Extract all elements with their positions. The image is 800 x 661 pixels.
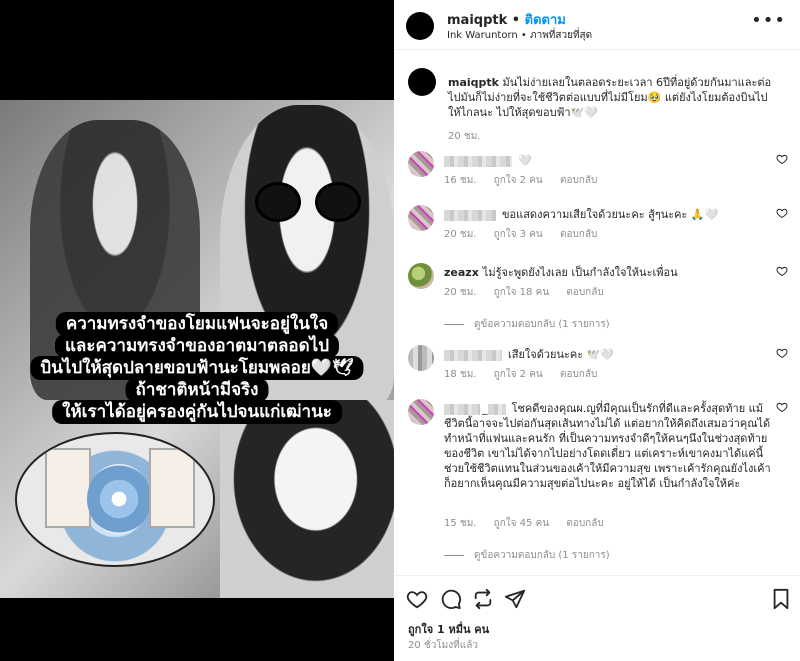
comment-text: เสียใจด้วยนะคะ 🕊️🤍: [508, 348, 615, 361]
sunglasses-graphic: [255, 182, 365, 224]
post-time-ago[interactable]: 20 ชั่วโมงที่แล้ว: [408, 638, 478, 653]
comment-likes[interactable]: ถูกใจ 18 คน: [494, 287, 549, 298]
view-replies-label[interactable]: ดูข้อความตอบกลับ (1 รายการ): [474, 550, 610, 561]
blurred-username[interactable]: [444, 155, 512, 167]
comment-time: 15 ชม.: [444, 518, 477, 529]
send-icon[interactable]: [504, 588, 526, 610]
memorial-flowers: [87, 464, 151, 534]
comment-text: 🤍: [518, 154, 532, 167]
like-comment-icon[interactable]: [776, 347, 788, 359]
media-caption-line-5: ให้เราได้อยู่ครองคู่กันไปจนแก่เฒ่านะ: [52, 400, 342, 424]
reply-button[interactable]: ตอบกลับ: [560, 175, 597, 186]
comment-time: 18 ชม.: [444, 369, 477, 380]
commenter-avatar[interactable]: [408, 345, 434, 371]
header-username[interactable]: maiqptk: [447, 13, 507, 28]
view-replies-button[interactable]: ดูข้อความตอบกลับ (1 รายการ): [444, 548, 610, 563]
comment-likes[interactable]: ถูกใจ 3 คน: [494, 229, 543, 240]
comment-icon[interactable]: [440, 588, 462, 610]
caption-username[interactable]: maiqptk: [448, 76, 499, 89]
more-options-icon[interactable]: •••: [751, 12, 786, 30]
comment-likes[interactable]: ถูกใจ 45 คน: [494, 518, 549, 529]
avatar[interactable]: [406, 12, 434, 40]
like-comment-icon[interactable]: [776, 153, 788, 165]
share-icon[interactable]: [472, 588, 494, 610]
comment-username[interactable]: zeazx: [444, 266, 479, 279]
media-caption-line-1: ความทรงจำของโยมแฟนจะอยู่ในใจ: [55, 312, 339, 336]
post-media[interactable]: ความทรงจำของโยมแฟนจะอยู่ในใจ และความทรงจ…: [0, 0, 394, 661]
post-header: maiqptk • ติดตาม Ink Waruntorn • ภาพที่ส…: [394, 0, 800, 50]
media-caption-line-4: ถ้าชาติหน้ามีจริง: [125, 378, 269, 402]
memorial-inset-photo: [15, 432, 215, 567]
comment-text: ไม่รู้จะพูดยังไงเลย เป็นกำลังใจให้นะเพื่…: [482, 266, 678, 279]
memorial-portrait-left: [45, 448, 91, 528]
blurred-username: [487, 403, 506, 415]
heart-icon[interactable]: [406, 588, 428, 610]
follow-button[interactable]: ติดตาม: [525, 13, 566, 28]
commenter-avatar[interactable]: [408, 151, 434, 177]
header-subtitle[interactable]: Ink Waruntorn • ภาพที่สวยที่สุด: [447, 28, 592, 43]
comment-time: 16 ชม.: [444, 175, 477, 186]
replies-divider: [444, 323, 464, 325]
like-comment-icon[interactable]: [776, 401, 788, 413]
comment-likes[interactable]: ถูกใจ 2 คน: [494, 175, 543, 186]
comment-likes[interactable]: ถูกใจ 2 คน: [494, 369, 543, 380]
like-comment-icon[interactable]: [776, 265, 788, 277]
avatar[interactable]: [408, 68, 436, 96]
reply-button[interactable]: ตอบกลับ: [560, 369, 597, 380]
reply-button[interactable]: ตอบกลับ: [566, 287, 603, 298]
post-action-bar: [394, 575, 800, 620]
commenter-avatar[interactable]: [408, 205, 434, 231]
comment-time: 20 ชม.: [444, 229, 477, 240]
photo-person-bottom: [220, 400, 394, 598]
view-replies-button[interactable]: ดูข้อความตอบกลับ (1 รายการ): [444, 317, 610, 332]
blurred-username[interactable]: [444, 209, 496, 221]
reply-button[interactable]: ตอบกลับ: [566, 518, 603, 529]
likes-count[interactable]: ถูกใจ 1 หมื่น คน: [408, 620, 489, 638]
media-caption-line-3: บินไปให้สุดปลายขอบฟ้านะโยมพลอย🤍🕊: [30, 356, 364, 380]
memorial-portrait-right: [149, 448, 195, 528]
post-side-panel: maiqptk • ติดตาม Ink Waruntorn • ภาพที่ส…: [394, 0, 800, 661]
reply-button[interactable]: ตอบกลับ: [560, 229, 597, 240]
blurred-username[interactable]: [444, 349, 502, 361]
replies-divider: [444, 554, 464, 556]
comment-text: โชคดีของคุณผ.ญที่มีคุณเป็นรักที่ดีและครั…: [444, 402, 771, 490]
comment-text: ขอแสดงความเสียใจด้วยนะคะ สู้ๆนะคะ 🙏🤍: [502, 208, 719, 221]
bookmark-icon[interactable]: [770, 588, 792, 610]
like-comment-icon[interactable]: [776, 207, 788, 219]
separator-dot: •: [511, 13, 525, 28]
comment-time: 20 ชม.: [444, 287, 477, 298]
blurred-username[interactable]: [444, 403, 480, 415]
comments-list[interactable]: maiqptk มันไม่ง่ายเลยในตลอดระยะเวลา 6ปีท…: [394, 55, 800, 575]
caption-time: 20 ชม.: [448, 131, 481, 142]
commenter-avatar[interactable]: [408, 263, 434, 289]
media-caption-line-2: และความทรงจำของอาตมาตลอดไป: [54, 334, 340, 358]
view-replies-label[interactable]: ดูข้อความตอบกลับ (1 รายการ): [474, 319, 610, 330]
commenter-avatar[interactable]: [408, 399, 434, 425]
